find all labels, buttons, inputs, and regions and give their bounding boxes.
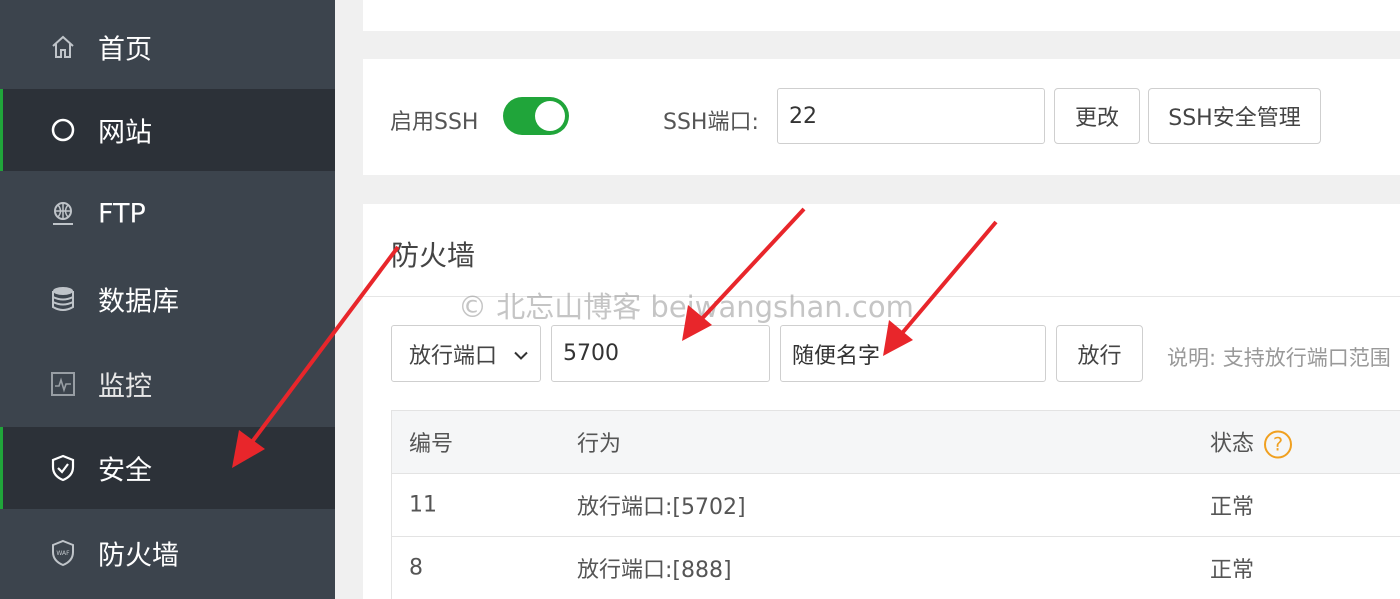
row-action: 放行端口:[5702] [577,495,746,520]
row-status: 正常 [1210,558,1255,583]
rule-type-select[interactable]: 放行端口 [391,325,541,382]
toggle-knob [535,101,565,131]
select-value: 放行端口 [409,343,498,369]
monitor-icon [48,369,78,399]
shield-icon [48,453,78,483]
ftp-globe-icon [48,199,78,229]
row-id: 8 [409,555,423,581]
row-id: 11 [409,492,437,518]
table-row: 11 放行端口:[5702] 正常 [391,474,1400,537]
header-action: 行为 [577,432,622,457]
sidebar-item-label: 安全 [98,455,152,487]
top-panel [363,0,1400,31]
sidebar-item-label: FTP [98,198,146,230]
rule-name-input[interactable]: 随便名字 [780,325,1046,382]
sidebar-item-label: 防火墙 [98,540,179,572]
help-icon[interactable]: ? [1264,430,1293,459]
ssh-port-input[interactable]: 22 [777,88,1045,144]
hint-text: 说明: 支持放行端口范围 [1167,346,1391,370]
home-icon [48,32,78,62]
sidebar-item-label: 网站 [98,117,152,149]
sidebar-item-security[interactable]: 安全 [0,427,335,509]
sidebar-item-database[interactable]: 数据库 [0,258,335,340]
sidebar-item-label: 首页 [98,34,152,66]
sidebar-item-monitor[interactable]: 监控 [0,343,335,425]
sidebar-item-home[interactable]: 首页 [0,6,335,88]
row-action: 放行端口:[888] [577,558,732,583]
firewall-title: 防火墙 [391,239,476,272]
database-icon [48,284,78,314]
row-status: 正常 [1210,495,1255,520]
table-header: 编号 行为 状态? [391,410,1400,474]
change-port-button[interactable]: 更改 [1054,88,1140,144]
header-status: 状态? [1210,426,1293,459]
ssh-enable-label: 启用SSH [390,110,479,135]
header-status-label: 状态 [1210,431,1255,457]
sidebar-item-firewall[interactable]: WAF 防火墙 [0,512,335,594]
header-id: 编号 [409,432,454,457]
circle-icon [48,115,78,145]
watermark: © 北忘山博客 beiwangshan.com [458,290,914,324]
sidebar-item-ftp[interactable]: FTP [0,173,335,255]
sidebar: 首页 网站 FTP 数据库 监控 安全 WAF 防火墙 [0,0,335,599]
sidebar-item-label: 监控 [98,371,152,403]
port-input[interactable]: 5700 [551,325,770,382]
sidebar-item-website[interactable]: 网站 [0,89,335,171]
ssh-port-label: SSH端口: [663,110,759,135]
table-row: 8 放行端口:[888] 正常 [391,537,1400,599]
svg-text:WAF: WAF [56,550,70,557]
waf-shield-icon: WAF [48,538,78,568]
sidebar-item-label: 数据库 [98,286,179,318]
ssh-security-manage-button[interactable]: SSH安全管理 [1148,88,1321,144]
allow-button[interactable]: 放行 [1056,325,1143,382]
chevron-down-icon [513,341,529,366]
ssh-toggle[interactable] [503,97,569,135]
